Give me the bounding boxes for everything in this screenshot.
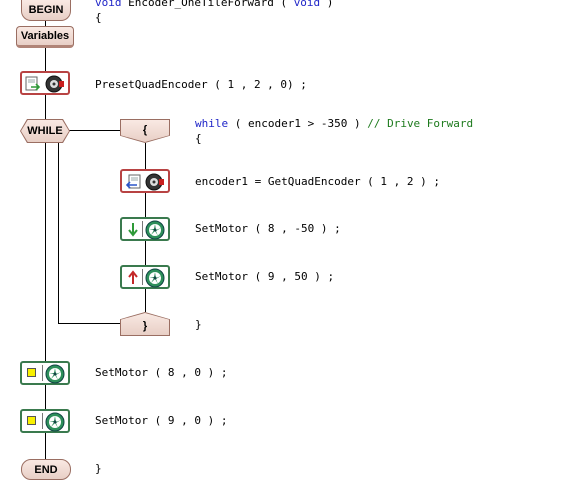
motor-9-forward-code: SetMotor ( 9 , 50 ) ; — [195, 270, 335, 283]
while-keyword: while — [195, 117, 229, 130]
while-block[interactable]: WHILE — [20, 119, 70, 143]
encoder-get-icon — [125, 174, 141, 189]
arrow-down-icon — [128, 223, 138, 237]
function-close-brace: } — [95, 462, 102, 475]
begin-terminal[interactable]: BEGIN — [21, 0, 71, 21]
function-name: Encoder_OneTileForward ( — [121, 0, 294, 9]
open-brace-label: { — [142, 123, 148, 136]
motor-9-stop-code: SetMotor ( 9 , 0 ) ; — [95, 414, 228, 427]
while-comment: // Drive Forward — [367, 117, 474, 130]
loop-close-brace-code: } — [195, 318, 202, 331]
function-open-brace: { — [95, 11, 102, 24]
loop-close-brace-block[interactable]: } — [120, 312, 170, 336]
encoder-preset-icon — [25, 76, 41, 91]
motor-icon — [45, 412, 65, 432]
motor-8-reverse-code: SetMotor ( 8 , -50 ) ; — [195, 222, 341, 235]
motor-icon — [45, 364, 65, 384]
arrow-up-icon — [128, 270, 138, 284]
variables-block[interactable]: Variables — [16, 26, 74, 48]
encoder-wheel-icon — [45, 75, 64, 93]
encoder-wheel-icon — [145, 173, 164, 191]
begin-label: BEGIN — [28, 4, 64, 16]
end-label: END — [34, 463, 58, 476]
block-divider — [142, 221, 143, 237]
variables-label: Variables — [20, 30, 70, 42]
end-terminal[interactable]: END — [21, 459, 71, 480]
flow-connector-lines — [45, 20, 146, 460]
block-divider — [42, 365, 43, 381]
set-motor-9-forward-block[interactable] — [120, 265, 170, 289]
while-condition: ( encoder1 > -350 ) — [228, 117, 368, 130]
get-encoder-code: encoder1 = GetQuadEncoder ( 1 , 2 ) ; — [195, 175, 441, 188]
motor-icon — [145, 220, 165, 240]
while-code: while ( encoder1 > -350 ) // Drive Forwa… — [195, 117, 473, 131]
close-brace-label: } — [142, 320, 148, 332]
block-divider — [42, 413, 43, 429]
get-quad-encoder-block[interactable] — [120, 169, 170, 193]
motor-8-stop-code: SetMotor ( 8 , 0 ) ; — [95, 366, 228, 379]
preset-quad-encoder-block[interactable] — [20, 71, 70, 95]
while-label: WHILE — [27, 125, 63, 137]
motor-icon — [145, 268, 165, 288]
block-divider — [142, 269, 143, 285]
void-keyword: void — [95, 0, 122, 9]
set-motor-8-reverse-block[interactable] — [120, 217, 170, 241]
signature-close: ) — [320, 0, 334, 9]
preset-encoder-code: PresetQuadEncoder ( 1 , 2 , 0) ; — [95, 78, 307, 91]
stop-square-icon — [27, 368, 36, 377]
void-keyword: void — [293, 0, 321, 9]
loop-open-brace-code: { — [195, 132, 202, 145]
stop-square-icon — [27, 416, 36, 425]
set-motor-8-stop-block[interactable] — [20, 361, 70, 385]
loop-open-brace-block[interactable]: { — [120, 119, 170, 143]
function-signature: void Encoder_OneTileForward ( void ) — [95, 0, 333, 10]
set-motor-9-stop-block[interactable] — [20, 409, 70, 433]
